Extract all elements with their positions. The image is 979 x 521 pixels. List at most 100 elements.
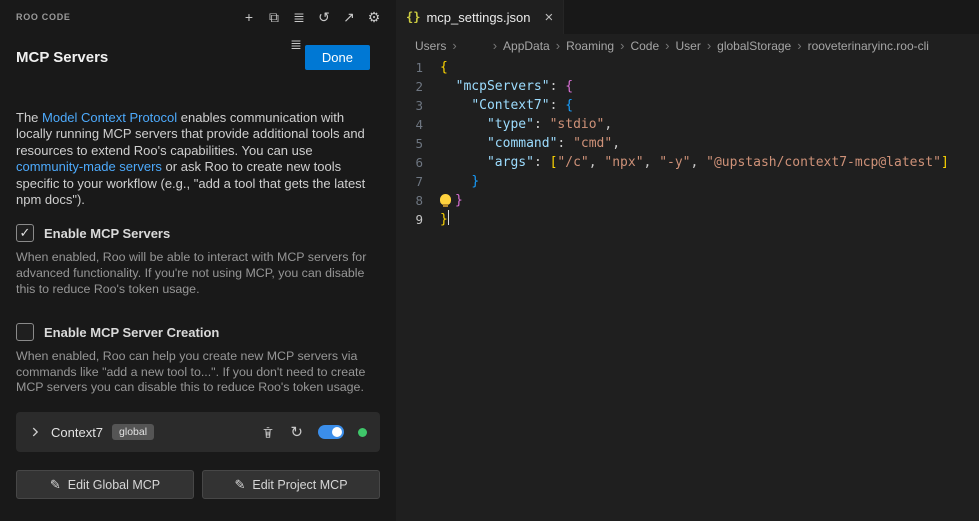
code-line[interactable]: 6 "args": ["/c", "npx", "-y", "@upstash/… [396, 153, 979, 172]
enable-mcp-servers-checkbox[interactable]: ✓ [16, 224, 34, 242]
code-token: "command" [487, 136, 557, 151]
line-number: 7 [396, 172, 440, 191]
code-token: , [691, 155, 707, 170]
code-token: "Context7" [471, 98, 549, 113]
breadcrumb-item[interactable]: AppData [503, 39, 550, 53]
edit-project-mcp-button[interactable]: ✎ Edit Project MCP [202, 470, 380, 499]
code-token: "-y" [659, 155, 690, 170]
edit-global-mcp-button[interactable]: ✎ Edit Global MCP [16, 470, 194, 499]
done-button[interactable]: Done [305, 45, 370, 70]
breadcrumb-item[interactable]: Roaming [566, 39, 614, 53]
enable-mcp-servers-description: When enabled, Roo will be able to intera… [16, 250, 380, 297]
line-number: 5 [396, 134, 440, 153]
code-token: "args" [487, 155, 534, 170]
code-token: ] [941, 155, 949, 170]
button-label: Edit Project MCP [252, 478, 347, 492]
code-token: , [612, 136, 620, 151]
code-token [440, 98, 471, 113]
button-label: Edit Global MCP [68, 478, 160, 492]
code-line-content[interactable]: } [440, 210, 979, 229]
code-line-content[interactable]: "mcpServers": { [440, 77, 979, 96]
code-token: } [440, 212, 448, 227]
refresh-server-icon[interactable]: ↻ [290, 423, 303, 441]
code-line[interactable]: 4 "type": "stdio", [396, 115, 979, 134]
code-line[interactable]: 8} [396, 191, 979, 210]
code-line-content[interactable]: "command": "cmd", [440, 134, 979, 153]
enable-mcp-server-creation-row: Enable MCP Server Creation [16, 323, 380, 341]
code-token [440, 117, 487, 132]
checkbox-label: Enable MCP Servers [44, 226, 170, 241]
code-line[interactable]: 9} [396, 210, 979, 229]
title-row: MCP Servers Done [16, 45, 380, 70]
close-tab-icon[interactable]: × [545, 9, 554, 26]
enable-mcp-server-creation-description: When enabled, Roo can help you create ne… [16, 349, 380, 396]
pencil-icon: ✎ [50, 477, 61, 493]
code-line[interactable]: 3 "Context7": { [396, 96, 979, 115]
code-line[interactable]: 5 "command": "cmd", [396, 134, 979, 153]
code-line[interactable]: 1{ [396, 58, 979, 77]
breadcrumb-item[interactable]: User [675, 39, 700, 53]
tab-label: mcp_settings.json [426, 10, 530, 25]
breadcrumb-separator: › [707, 38, 711, 53]
server-status-dot [358, 428, 367, 437]
delete-server-icon[interactable] [261, 425, 275, 440]
breadcrumb-separator: › [620, 38, 624, 53]
new-window-icon[interactable]: ⧉ [266, 9, 282, 25]
intro-part: The [16, 110, 42, 125]
server-enabled-toggle[interactable] [318, 425, 344, 439]
code-line-content[interactable]: "type": "stdio", [440, 115, 979, 134]
breadcrumb-item[interactable]: globalStorage [717, 39, 791, 53]
open-external-icon[interactable]: ↗ [341, 9, 357, 25]
code-token: "/c" [557, 155, 588, 170]
code-token [440, 136, 487, 151]
scope-badge: global [112, 424, 154, 440]
line-number: 4 [396, 115, 440, 134]
history-icon[interactable]: ↺ [316, 9, 332, 25]
line-number: 3 [396, 96, 440, 115]
community-made-servers-link[interactable]: community-made servers [16, 159, 162, 174]
model-context-protocol-link[interactable]: Model Context Protocol [42, 110, 177, 125]
settings-gear-icon[interactable]: ⚙ [366, 9, 382, 25]
tab-mcp-settings-json[interactable]: {} mcp_settings.json × [396, 0, 564, 34]
line-number: 2 [396, 77, 440, 96]
code-line-content[interactable]: } [440, 191, 979, 210]
code-token: } [455, 193, 463, 208]
code-token: "cmd" [573, 136, 612, 151]
line-number: 1 [396, 58, 440, 77]
code-token: , [644, 155, 660, 170]
add-icon[interactable]: + [241, 9, 257, 25]
breadcrumb-separator: › [452, 38, 456, 53]
code-line[interactable]: 2 "mcpServers": { [396, 77, 979, 96]
code-line-content[interactable]: { [440, 58, 979, 77]
editor-pane: {} mcp_settings.json × Users › › AppData › Ro… [396, 0, 979, 521]
code-line-content[interactable]: "Context7": { [440, 96, 979, 115]
server-list-icon[interactable]: ≣ [288, 36, 304, 52]
breadcrumb-item[interactable]: rooveterinaryinc.roo-cli [808, 39, 929, 53]
intro-text: The Model Context Protocol enables commu… [16, 110, 380, 208]
code-token: "stdio" [550, 117, 605, 132]
code-token: "type" [487, 117, 534, 132]
code-line-content[interactable]: "args": ["/c", "npx", "-y", "@upstash/co… [440, 153, 979, 172]
json-file-icon: {} [406, 10, 420, 24]
brand-label: ROO CODE [16, 12, 71, 22]
code-token: , [604, 117, 612, 132]
code-token: { [440, 60, 448, 75]
breadcrumb-item[interactable]: Users [415, 39, 446, 53]
breadcrumb-item[interactable]: Code [630, 39, 659, 53]
chevron-right-icon[interactable] [28, 425, 42, 439]
line-number: 6 [396, 153, 440, 172]
header-icons: + ⧉ ≣ ↺ ↗ ⚙ [241, 9, 382, 25]
code-token: : [550, 79, 566, 94]
server-row-context7[interactable]: Context7 global ↻ [16, 412, 380, 452]
code-area[interactable]: 1{2 "mcpServers": {3 "Context7": {4 "typ… [396, 57, 979, 229]
code-token: "mcpServers" [456, 79, 550, 94]
server-list-icon[interactable]: ≣ [291, 9, 307, 25]
edit-buttons-row: ✎ Edit Global MCP ✎ Edit Project MCP [16, 470, 380, 499]
enable-mcp-server-creation-checkbox[interactable] [16, 323, 34, 341]
code-line-content[interactable]: } [440, 172, 979, 191]
code-token: { [565, 79, 573, 94]
code-line[interactable]: 7 } [396, 172, 979, 191]
tab-bar: {} mcp_settings.json × [396, 0, 979, 34]
lightbulb-icon[interactable] [440, 194, 451, 205]
code-token: "@upstash/context7-mcp@latest" [706, 155, 941, 170]
